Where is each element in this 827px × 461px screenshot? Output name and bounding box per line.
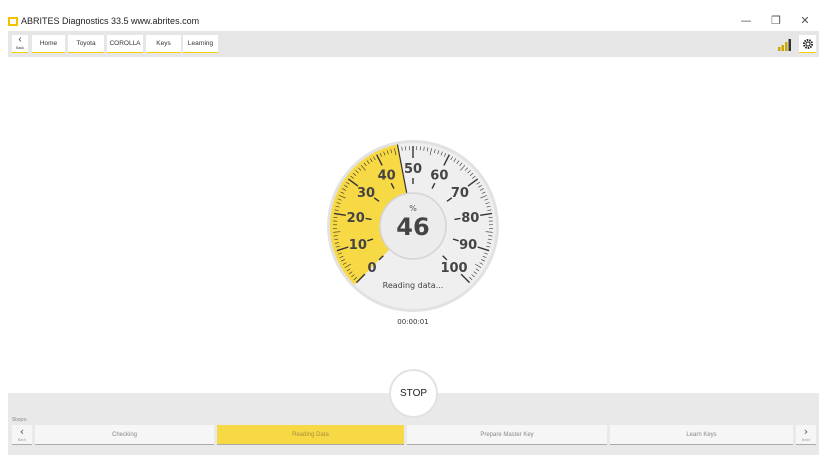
close-button[interactable]: ✕ bbox=[795, 14, 815, 27]
breadcrumb-keys[interactable]: Keys bbox=[146, 35, 181, 53]
window-title: ABRITES Diagnostics 33.5 www.abrites.com bbox=[21, 16, 200, 26]
gauge-label: 70 bbox=[451, 186, 469, 201]
gauge-label: 10 bbox=[349, 238, 367, 253]
gauge-value: 46 bbox=[396, 213, 429, 241]
minimize-button[interactable]: — bbox=[736, 14, 756, 27]
signal-strength-icon bbox=[778, 39, 791, 51]
stop-button[interactable]: STOP bbox=[389, 369, 438, 418]
elapsed-timer: 00:00:01 bbox=[397, 318, 429, 326]
progress-gauge: 010 20 3040 50 6070 80 90 100 % 46 Reading data… bbox=[327, 140, 499, 312]
step-learn-keys[interactable]: Learn Keys bbox=[610, 425, 793, 445]
gear-icon bbox=[802, 38, 813, 49]
gauge-label: 60 bbox=[430, 168, 448, 183]
gauge-label: 20 bbox=[347, 211, 365, 226]
gauge-label: 80 bbox=[461, 211, 479, 226]
back-label: Back bbox=[16, 45, 24, 50]
settings-button[interactable] bbox=[799, 35, 816, 53]
gauge-unit: % bbox=[409, 204, 417, 213]
chevron-left-icon: ‹ bbox=[19, 425, 25, 438]
step-checking[interactable]: Checking bbox=[35, 425, 214, 445]
steps-next-label: Next bbox=[801, 438, 811, 442]
back-button[interactable]: ‹ Back bbox=[12, 33, 28, 53]
steps-next-button[interactable]: › Next bbox=[796, 425, 816, 445]
step-reading-data[interactable]: Reading Data bbox=[217, 425, 404, 445]
breadcrumb-toyota[interactable]: Toyota bbox=[68, 35, 104, 53]
gauge-label: 90 bbox=[459, 238, 477, 253]
toolbar: ‹ Back Home Toyota COROLLA Keys Learning bbox=[8, 31, 819, 57]
gauge-label: 40 bbox=[378, 168, 396, 183]
gauge-inner-tick bbox=[454, 217, 461, 221]
title-bar: ABRITES Diagnostics 33.5 www.abrites.com… bbox=[0, 0, 827, 31]
steps-back-label: Back bbox=[17, 438, 27, 442]
breadcrumb-home[interactable]: Home bbox=[32, 35, 65, 53]
step-prepare-master-key[interactable]: Prepare Master Key bbox=[407, 425, 607, 445]
restore-button[interactable]: ❐ bbox=[766, 14, 786, 27]
gauge-inner-tick bbox=[365, 217, 372, 221]
chevron-left-icon: ‹ bbox=[18, 33, 22, 45]
abrites-logo-icon bbox=[8, 17, 18, 26]
breadcrumb-corolla[interactable]: COROLLA bbox=[107, 35, 143, 53]
breadcrumb-learning[interactable]: Learning bbox=[183, 35, 218, 53]
steps-label: Steps: bbox=[12, 417, 28, 423]
gauge-label: 100 bbox=[440, 261, 467, 276]
chevron-right-icon: › bbox=[803, 425, 809, 438]
gauge-label: 50 bbox=[404, 162, 422, 177]
steps-back-button[interactable]: ‹ Back bbox=[12, 425, 32, 445]
gauge-label: 30 bbox=[357, 186, 375, 201]
gauge-status: Reading data... bbox=[383, 281, 444, 290]
gauge-label: 0 bbox=[367, 261, 376, 276]
